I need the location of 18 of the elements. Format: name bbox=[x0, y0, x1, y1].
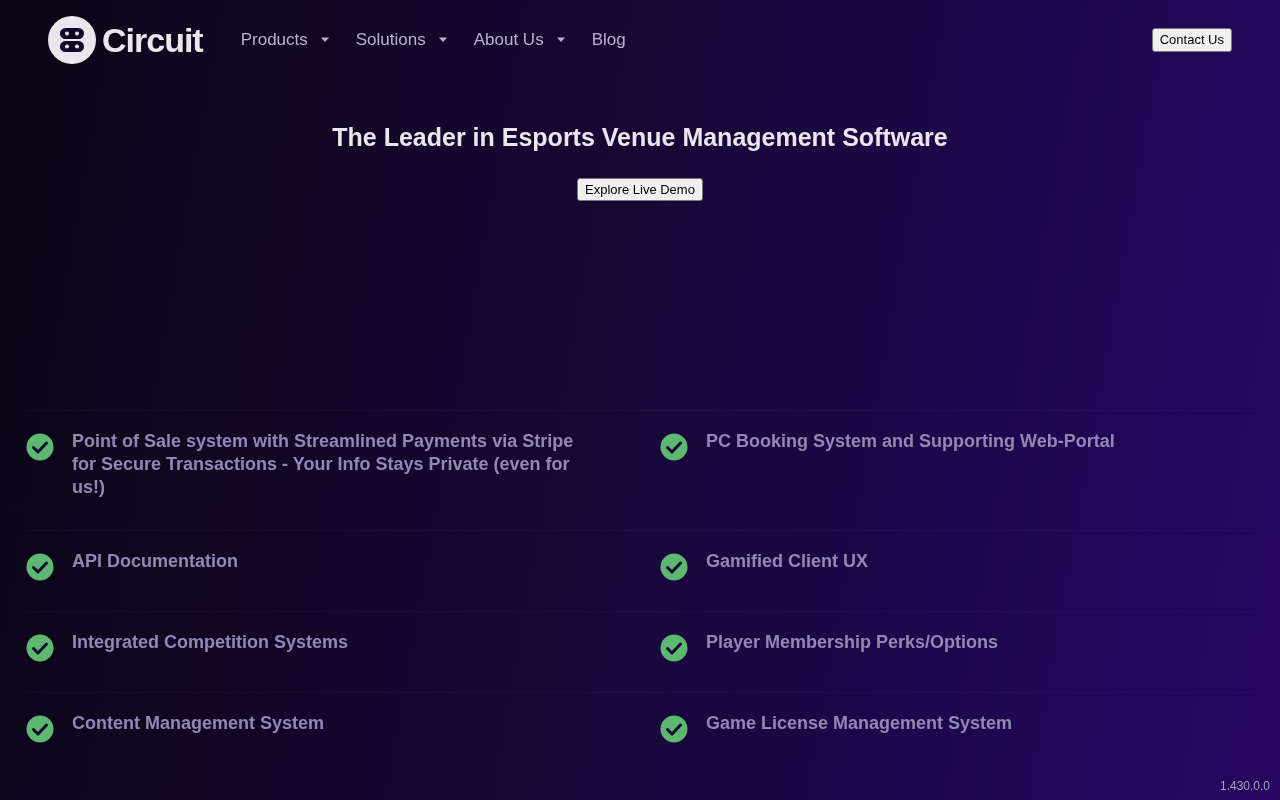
demo-button[interactable]: Explore Live Demo bbox=[577, 177, 703, 201]
feature-text: Integrated Competition Systems bbox=[72, 631, 349, 654]
feature-text: Player Membership Perks/Options bbox=[706, 631, 999, 654]
nav-link[interactable]: Blog bbox=[591, 27, 626, 53]
feature-text: Gamified Client UX bbox=[706, 550, 869, 573]
feature-text: Game License Management System bbox=[706, 712, 1013, 735]
feature-text: Content Management System bbox=[72, 712, 325, 735]
brand-name[interactable]: Circuit bbox=[102, 14, 203, 66]
nav-link[interactable]: Solutions bbox=[355, 27, 448, 53]
feature-text: Point of Sale system with Streamlined Payments via Stripe for Secure Transactions - Your Info Stays Private (even for us!) bbox=[72, 430, 575, 499]
feature-text: PC Booking System and Supporting Web-Portal bbox=[706, 430, 1115, 453]
contact-button[interactable]: Contact Us bbox=[1151, 28, 1232, 52]
nav-link[interactable]: Products bbox=[240, 27, 330, 53]
version-label: 1.430.0.0 bbox=[1219, 778, 1270, 795]
feature-text: API Documentation bbox=[72, 550, 238, 573]
logo-icon[interactable] bbox=[48, 16, 96, 64]
nav-link[interactable]: About Us bbox=[473, 27, 566, 53]
hero-title: The Leader in Esports Venue Management Software bbox=[332, 122, 948, 153]
